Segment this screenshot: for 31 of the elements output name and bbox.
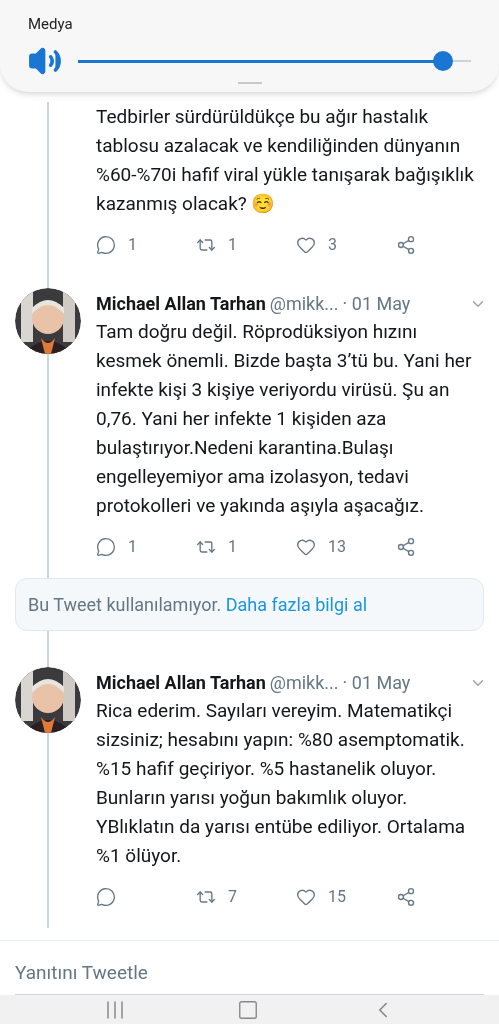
- retweet-count: 7: [228, 886, 237, 908]
- reply-icon[interactable]: [96, 235, 116, 255]
- reply-field[interactable]: Yanıtını Tweetle: [15, 951, 484, 995]
- author-handle: @mikk...: [269, 671, 339, 695]
- like-icon[interactable]: [296, 887, 316, 907]
- author-name[interactable]: Michael Allan Tarhan: [96, 669, 266, 696]
- tweet-text: Rica ederim. Sayıları vereyim. Matematikçi sizsiniz; hesabını yapın: %80 asemptomatik. %15 hafif geçiriyor. %5 hastanelik oluyor. Bunların yarısı yoğun bakımlık oluyor. YBlıklatın da yarısı entübe ediliyor. Ortalama %1 ölüyor.: [96, 698, 467, 869]
- author-name[interactable]: Michael Allan Tarhan: [96, 290, 266, 317]
- reply-count: 1: [128, 234, 137, 256]
- volume-label: Medya: [28, 15, 73, 33]
- like-count: 3: [328, 234, 337, 256]
- home-icon[interactable]: [237, 998, 260, 1021]
- tweet-date: · 01 May: [342, 671, 411, 695]
- retweet-count: 1: [228, 234, 237, 256]
- share-icon[interactable]: [396, 537, 416, 557]
- like-count: 13: [328, 536, 346, 558]
- volume-slider[interactable]: [78, 51, 471, 71]
- like-icon[interactable]: [296, 235, 316, 255]
- author-handle: @mikk...: [269, 292, 339, 316]
- reply-count: 1: [128, 536, 137, 558]
- reply-icon[interactable]: [96, 887, 116, 907]
- like-count: 15: [328, 886, 346, 908]
- share-icon[interactable]: [396, 235, 416, 255]
- notice-text: Bu Tweet kullanılamıyor. Daha fazla bilgi al: [28, 593, 369, 617]
- share-icon[interactable]: [396, 887, 416, 907]
- tweet-date: · 01 May: [342, 292, 411, 316]
- tweet-text: Tedbirler sürdürüldükçe bu ağır hastalık tablosu azalacak ve kendiliğinden dünyanın %60-%70i hafif viral yükle tanışarak bağışıklık kazanmış olacak? ☺: [96, 104, 475, 217]
- retweet-count: 1: [228, 536, 237, 558]
- reply-icon[interactable]: [96, 537, 116, 557]
- tweet-text: Tam doğru değil. Röprodüksiyon hızını kesmek önemli. Bizde başta 3’tü bu. Yani her infekte kişi 3 kişiye veriyordu virüsü. Şu an 0,76. Yani her infekte 1 kişiden aza bulaştırıyor.Nedeni karantina.Bulaşı engelleyemiyor ama izolasyon, tedavi protokolleri ve yakında aşıyla aşacağız.: [96, 319, 473, 519]
- like-icon[interactable]: [296, 537, 316, 557]
